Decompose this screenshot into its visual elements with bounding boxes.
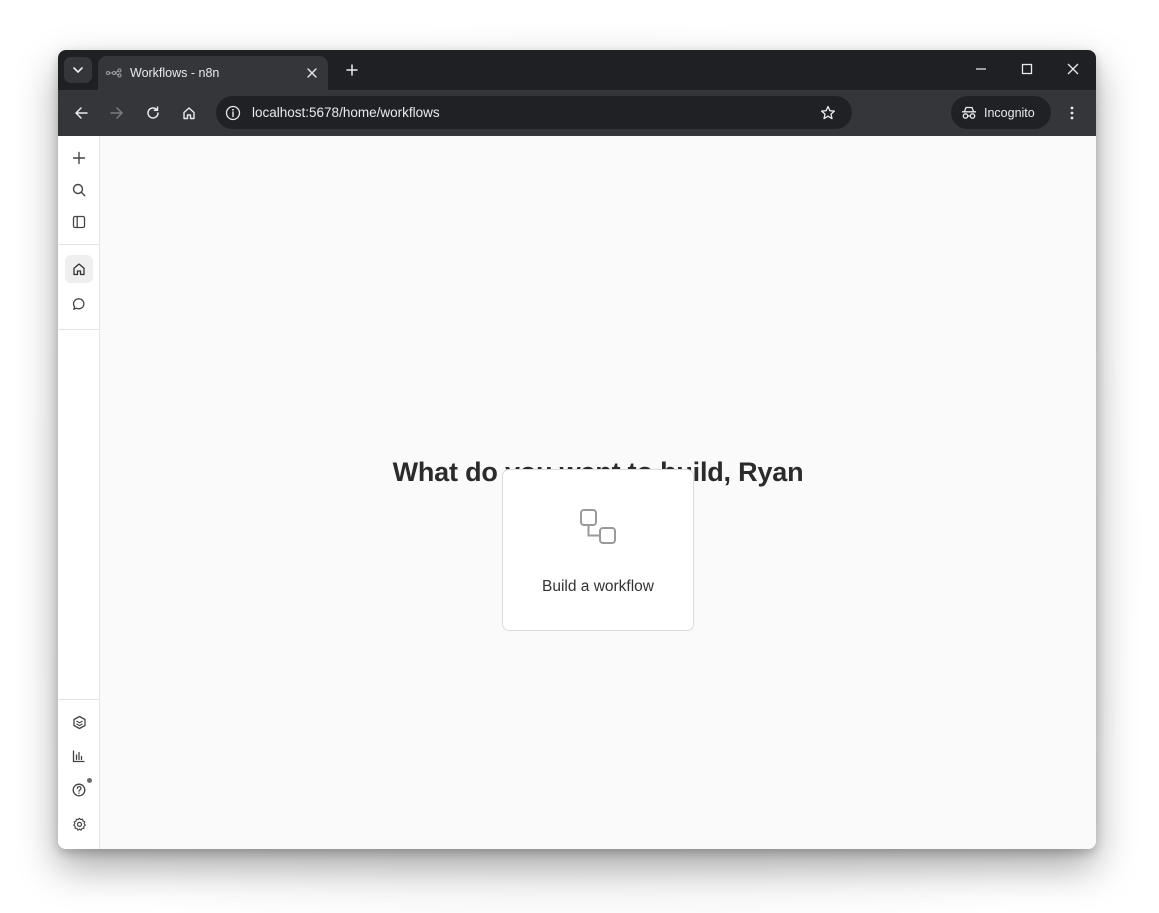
arrow-right-icon bbox=[110, 107, 123, 119]
maximize-button[interactable] bbox=[1004, 50, 1050, 88]
sidebar-divider bbox=[58, 329, 100, 330]
templates-icon bbox=[72, 715, 86, 729]
three-dots-icon bbox=[1070, 106, 1074, 120]
panel-toggle-icon bbox=[72, 215, 86, 229]
incognito-label: Incognito bbox=[984, 105, 1035, 120]
reload-icon bbox=[147, 106, 159, 119]
sidebar-item-overview[interactable] bbox=[65, 255, 93, 283]
sidebar-item-settings[interactable] bbox=[65, 810, 93, 838]
search-icon bbox=[72, 183, 86, 197]
home-button[interactable] bbox=[175, 99, 203, 127]
maximize-icon bbox=[1021, 63, 1033, 75]
reload-button[interactable] bbox=[139, 99, 167, 127]
insights-icon bbox=[72, 750, 85, 763]
help-icon bbox=[72, 783, 86, 797]
workflow-nodes-icon bbox=[577, 506, 621, 550]
bookmark-button[interactable] bbox=[816, 101, 840, 125]
chat-icon bbox=[72, 298, 85, 310]
sidebar-item-insights[interactable] bbox=[65, 742, 93, 770]
n8n-app: What do you want to build, Ryan Build a … bbox=[58, 136, 1096, 849]
minimize-button[interactable] bbox=[958, 50, 1004, 88]
tab-strip: Workflows - n8n bbox=[58, 50, 1096, 90]
sidebar-divider bbox=[58, 699, 100, 700]
build-workflow-label: Build a workflow bbox=[542, 578, 654, 595]
browser-toolbar: localhost:5678/home/workflows Incognito bbox=[58, 90, 1096, 136]
back-button[interactable] bbox=[67, 99, 95, 127]
n8n-icon bbox=[106, 67, 122, 79]
tab-title: Workflows - n8n bbox=[130, 66, 220, 80]
site-info-button[interactable] bbox=[224, 104, 242, 122]
browser-tab[interactable]: Workflows - n8n bbox=[98, 56, 328, 90]
star-icon bbox=[820, 105, 836, 119]
home-icon bbox=[73, 263, 85, 276]
browser-menu-button[interactable] bbox=[1060, 99, 1084, 127]
plus-icon bbox=[346, 64, 358, 76]
tab-search-button[interactable] bbox=[64, 57, 92, 83]
arrow-left-icon bbox=[75, 107, 88, 119]
tab-close-button[interactable] bbox=[302, 63, 322, 83]
notification-dot bbox=[87, 778, 92, 783]
new-tab-button[interactable] bbox=[340, 58, 364, 82]
incognito-icon bbox=[962, 106, 976, 119]
create-button[interactable] bbox=[65, 144, 93, 172]
sidebar-item-templates[interactable] bbox=[65, 708, 93, 736]
home-icon bbox=[183, 107, 195, 120]
incognito-profile-button[interactable]: Incognito bbox=[951, 96, 1051, 129]
toggle-sidebar-button[interactable] bbox=[65, 208, 93, 236]
build-workflow-card[interactable]: Build a workflow bbox=[502, 469, 694, 631]
sidebar-item-chat[interactable] bbox=[65, 290, 93, 318]
chevron-down-icon bbox=[73, 67, 83, 73]
settings-icon bbox=[72, 817, 86, 831]
address-bar[interactable]: localhost:5678/home/workflows bbox=[216, 96, 852, 129]
close-icon bbox=[1067, 63, 1079, 75]
sidebar bbox=[58, 136, 100, 849]
plus-icon bbox=[72, 151, 86, 165]
close-icon bbox=[307, 68, 317, 78]
main-content: What do you want to build, Ryan Build a … bbox=[100, 136, 1096, 849]
forward-button[interactable] bbox=[103, 99, 131, 127]
info-icon bbox=[225, 105, 241, 120]
sidebar-divider bbox=[58, 244, 100, 245]
minimize-icon bbox=[976, 68, 986, 70]
search-button[interactable] bbox=[65, 176, 93, 204]
close-window-button[interactable] bbox=[1050, 50, 1096, 88]
url-text: localhost:5678/home/workflows bbox=[252, 105, 440, 120]
desktop-background: Workflows - n8n localhost:5678/home/work… bbox=[0, 0, 1159, 913]
browser-window: Workflows - n8n localhost:5678/home/work… bbox=[58, 50, 1096, 849]
